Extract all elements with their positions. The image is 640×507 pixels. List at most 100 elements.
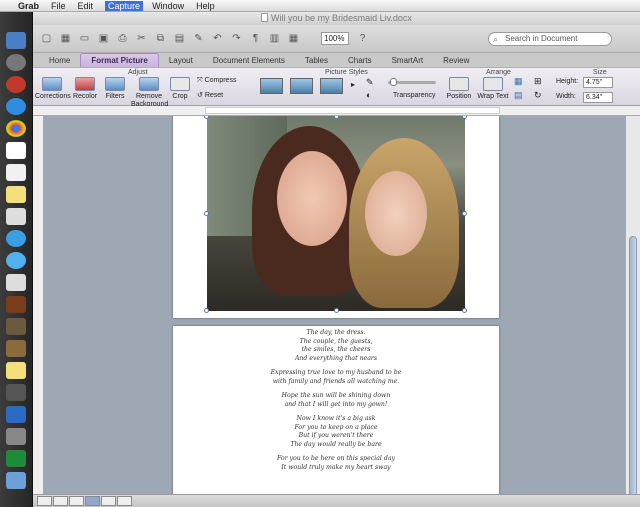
paste-icon[interactable]: ▤ [172,31,187,46]
picture-style-3[interactable] [320,78,343,94]
remove-background-button[interactable]: Remove Background [131,77,168,109]
bring-forward-icon[interactable]: ▦ [514,76,523,87]
resize-handle-r[interactable] [462,211,467,216]
horizontal-ruler[interactable] [33,106,640,116]
picture-style-1[interactable] [260,78,283,94]
search-input[interactable]: ⌕ Search in Document [488,32,612,46]
gallery-icon[interactable]: ▦ [286,31,301,46]
recolor-button[interactable]: Recolor [71,77,99,101]
rotate-icon[interactable]: ↻ [534,90,542,101]
wrap-text-icon [483,77,503,91]
textedit-icon[interactable] [6,164,26,181]
zoom-select[interactable]: 100% [321,32,349,45]
filters-button[interactable]: Filters [103,77,127,101]
preview-icon[interactable] [6,208,26,225]
messages-icon[interactable] [6,252,26,269]
tab-charts[interactable]: Charts [338,54,382,67]
tab-review[interactable]: Review [433,54,479,67]
app-icon[interactable] [6,76,26,93]
vertical-scrollbar-thumb[interactable] [629,236,637,506]
notes-icon[interactable] [6,362,26,379]
picture-style-2[interactable] [290,78,313,94]
sidebar-icon[interactable]: ▥ [267,31,282,46]
reset-icon: ↺ [197,92,205,99]
send-backward-icon[interactable]: ▤ [514,90,523,101]
compress-icon: ⤧ [197,77,205,84]
safari-icon[interactable] [6,98,26,115]
reset-button[interactable]: ↺ Reset [197,91,223,99]
notebook-view-button[interactable] [101,496,116,506]
help-icon[interactable]: ? [355,31,370,46]
menu-app-name[interactable]: Grab [18,1,39,11]
compress-button[interactable]: ⤧ Compress [197,77,236,85]
group-adjust-label: Adjust [128,69,148,76]
bridesmaid-photo[interactable] [207,116,465,311]
pilcrow-icon[interactable]: ¶ [248,31,263,46]
transparency-slider[interactable] [388,78,436,86]
transparency-slider-thumb[interactable] [390,78,397,86]
itunes-icon[interactable] [6,230,26,247]
folder-icon[interactable] [6,472,26,489]
corrections-button[interactable]: Corrections [35,77,71,101]
picture-border-icon[interactable]: ✎ [366,77,374,88]
templates-icon[interactable]: ▦ [58,31,73,46]
wrap-text-button[interactable]: Wrap Text [477,77,509,101]
chrome-icon[interactable] [6,120,26,137]
width-field[interactable]: 6.34" [583,92,613,103]
copy-icon[interactable]: ⧉ [153,31,168,46]
contacts-icon[interactable] [6,274,26,291]
position-button[interactable]: Position [445,77,473,101]
print-layout-view-button[interactable] [85,496,100,506]
new-doc-icon[interactable]: ▢ [39,31,54,46]
resize-handle-bl[interactable] [204,308,209,313]
menu-help[interactable]: Help [196,1,215,11]
height-field[interactable]: 4.75" [583,77,613,88]
d-app-icon[interactable] [6,296,26,313]
open-icon[interactable]: ▭ [77,31,92,46]
tab-document-elements[interactable]: Document Elements [203,54,295,67]
tab-smartart[interactable]: SmartArt [382,54,434,67]
vertical-ruler[interactable] [33,116,44,494]
tab-tables[interactable]: Tables [295,54,338,67]
crop-button[interactable]: Crop [169,77,191,101]
resize-handle-l[interactable] [204,211,209,216]
poem-text[interactable]: The day, the dress. The couple, the gues… [173,329,499,472]
word-icon[interactable] [6,406,26,423]
recolor-icon [75,77,95,91]
save-icon[interactable]: ▣ [96,31,111,46]
filters-icon [105,77,125,91]
publishing-view-button[interactable] [69,496,84,506]
doc-icon[interactable] [6,428,26,445]
menu-window[interactable]: Window [152,1,184,11]
menu-edit[interactable]: Edit [78,1,94,11]
resize-handle-br[interactable] [462,308,467,313]
styles-more-icon[interactable]: ▸ [351,80,355,89]
align-icon[interactable]: ⊞ [534,76,542,87]
undo-icon[interactable]: ↶ [210,31,225,46]
focus-view-button[interactable] [117,496,132,506]
transparency-label: Transparency [393,92,436,99]
tab-layout[interactable]: Layout [159,54,203,67]
tab-format-picture[interactable]: Format Picture [80,53,159,67]
tab-home[interactable]: Home [39,54,80,67]
system-prefs-icon[interactable] [6,384,26,401]
finder-icon[interactable] [6,32,26,49]
launchpad-icon[interactable] [6,54,26,71]
redo-icon[interactable]: ↷ [229,31,244,46]
calendar-icon[interactable] [6,142,26,159]
vertical-scrollbar[interactable] [625,116,640,506]
resize-handle-b[interactable] [334,308,339,313]
window-title: Will you be my Bridesmaid Liv.docx [271,13,412,23]
format-painter-icon[interactable]: ✎ [191,31,206,46]
menu-capture[interactable]: Capture [105,0,144,11]
print-icon[interactable]: ⎙ [115,31,130,46]
excel-icon[interactable] [6,450,26,467]
draft-view-button[interactable] [37,496,52,506]
photo-app-icon[interactable] [6,318,26,335]
stickies-icon[interactable] [6,186,26,203]
photo-booth-icon[interactable] [6,340,26,357]
outline-view-button[interactable] [53,496,68,506]
picture-effects-icon[interactable]: ◐ [366,90,371,100]
menu-file[interactable]: File [51,1,66,11]
cut-icon[interactable]: ✂ [134,31,149,46]
